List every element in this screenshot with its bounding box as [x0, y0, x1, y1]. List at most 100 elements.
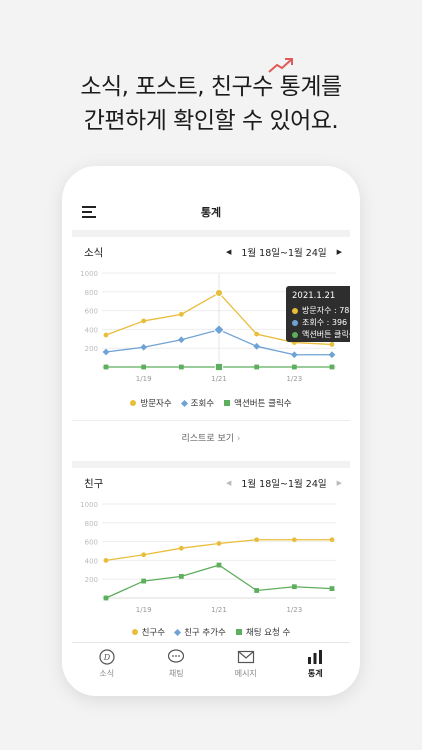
legend-diamond-marker — [180, 399, 188, 407]
legend-item: 방문자수 — [130, 397, 172, 409]
y-tick-label: 600 — [85, 308, 98, 316]
headline: 소식, 포스트, 친구수 통계를 간편하게 확인할 수 있어요. — [0, 58, 422, 138]
friends-section-title: 친구 — [84, 478, 104, 490]
headline-line-1: 소식, 포스트, 친구수 통계를 — [80, 74, 342, 100]
news-chart-legend: 방문자수 조회수 액션버튼 클릭수 — [72, 397, 350, 409]
bottom-tab-bar: D 소식 채팅 메시지 통계 — [72, 642, 350, 686]
tooltip-marker — [292, 320, 298, 326]
data-point — [141, 364, 147, 370]
legend-circle-marker — [131, 629, 138, 635]
data-point — [103, 364, 109, 370]
screen-title: 통계 — [200, 206, 222, 219]
tooltip-date: 2021.1.21 — [292, 291, 336, 301]
legend-item: 친구 추가수 — [174, 626, 226, 638]
prev-week-arrow-icon[interactable]: ◀ — [226, 248, 231, 256]
tab-label: 소식 — [99, 669, 115, 678]
data-point — [328, 351, 336, 359]
x-tick-label: 1/23 — [286, 375, 302, 383]
envelope-icon — [237, 650, 254, 664]
data-point — [254, 364, 260, 370]
tab-label: 채팅 — [168, 669, 184, 678]
data-point — [329, 364, 335, 370]
data-point — [178, 364, 184, 370]
data-point — [329, 342, 335, 347]
chevron-right-icon: › — [236, 434, 241, 444]
svg-text:D: D — [103, 653, 111, 662]
data-point — [254, 331, 260, 337]
friends-date-range: 1월 18일~1월 24일 — [241, 479, 327, 490]
legend-item: 조회수 — [180, 397, 214, 409]
tab-message[interactable]: 메시지 — [211, 643, 281, 686]
tab-news[interactable]: D 소식 — [72, 643, 142, 686]
legend-label: 친구 추가수 — [184, 628, 226, 638]
data-point — [216, 541, 222, 546]
view-as-list-link[interactable]: 리스트로 보기 › — [72, 431, 350, 444]
friends-line-chart: 200 400 600 800 1000 1/19 1/21 1/23 — [80, 501, 336, 614]
data-point — [213, 323, 225, 336]
data-point — [329, 586, 335, 591]
legend-circle-marker — [130, 400, 137, 406]
y-tick-label: 200 — [85, 345, 98, 353]
data-point — [178, 311, 184, 317]
bar-chart-icon — [308, 650, 323, 664]
y-tick-label: 1000 — [80, 270, 98, 278]
y-tick-label: 400 — [85, 557, 98, 565]
legend-label: 방문자수 — [140, 399, 172, 409]
divider — [72, 420, 350, 421]
x-tick-label: 1/19 — [136, 606, 152, 614]
data-point — [103, 332, 109, 338]
news-date-nav: ◀ 1월 18일~1월 24일 ▶ — [226, 245, 342, 259]
y-tick-label: 600 — [85, 539, 98, 547]
friends-stats-section: 친구 ◀ 1월 18일~1월 24일 ▶ 200 400 600 800 1000 1/1… — [72, 468, 350, 648]
data-point — [216, 562, 222, 568]
x-tick-label: 1/21 — [211, 375, 227, 383]
next-week-arrow-icon[interactable]: ▶ — [337, 248, 342, 256]
legend-label: 친구수 — [141, 628, 166, 638]
data-point — [291, 364, 297, 370]
news-date-range: 1월 18일~1월 24일 — [241, 248, 327, 259]
data-point — [103, 595, 109, 601]
next-week-arrow-icon[interactable]: ▶ — [337, 479, 342, 487]
prev-week-arrow-icon[interactable]: ◀ — [226, 479, 231, 487]
data-point — [103, 558, 109, 563]
news-stats-section: 소식 ◀ 1월 18일~1월 24일 ▶ 200 400 600 800 1000 1/1… — [72, 237, 350, 461]
tooltip-row: 액션버튼 클릭수 : 0 — [292, 329, 350, 341]
x-tick-label: 1/23 — [286, 606, 302, 614]
legend-label: 액션버튼 클릭수 — [234, 399, 292, 409]
logo-icon: D — [99, 649, 115, 665]
chat-bubble-icon — [168, 649, 185, 663]
data-point — [178, 545, 184, 551]
x-tick-label: 1/19 — [136, 375, 152, 383]
tab-chat[interactable]: 채팅 — [142, 643, 212, 686]
top-bar: 통계 — [72, 198, 350, 228]
friends-date-nav: ◀ 1월 18일~1월 24일 ▶ — [226, 476, 342, 490]
tab-stats[interactable]: 통계 — [281, 643, 351, 686]
y-tick-label: 800 — [85, 520, 98, 528]
data-point — [254, 537, 260, 543]
y-tick-label: 1000 — [80, 501, 98, 509]
section-gap — [72, 461, 350, 468]
tooltip-row-text: 액션버튼 클릭수 : 0 — [302, 330, 350, 339]
data-point — [291, 584, 297, 590]
tooltip-row-text: 방문자수 : 788 — [302, 306, 350, 315]
data-point — [254, 588, 260, 593]
news-section-title: 소식 — [84, 247, 104, 259]
app-screen: 통계 소식 ◀ 1월 18일~1월 24일 ▶ 200 400 600 800 1000… — [72, 176, 350, 686]
legend-square-marker — [224, 400, 231, 406]
tab-label: 메시지 — [234, 669, 257, 678]
trend-up-arrow-icon — [268, 58, 293, 73]
legend-label: 채팅 요청 수 — [245, 628, 291, 638]
data-point-tooltip: 2021.1.21 방문자수 : 788 조회수 : 396 액션버튼 클릭수 … — [286, 286, 350, 342]
data-point — [140, 343, 148, 351]
tooltip-row: 조회수 : 396 — [292, 317, 350, 329]
data-point — [290, 351, 298, 359]
y-tick-label: 400 — [85, 326, 98, 334]
data-point — [177, 336, 185, 344]
phone-mockup: 통계 소식 ◀ 1월 18일~1월 24일 ▶ 200 400 600 800 1000… — [62, 166, 360, 696]
data-point — [329, 537, 335, 543]
data-point — [102, 348, 110, 356]
view-as-list-label: 리스트로 보기 — [181, 434, 235, 444]
tooltip-row: 방문자수 : 788 — [292, 305, 350, 317]
data-point — [141, 578, 147, 584]
tooltip-marker — [292, 308, 298, 314]
